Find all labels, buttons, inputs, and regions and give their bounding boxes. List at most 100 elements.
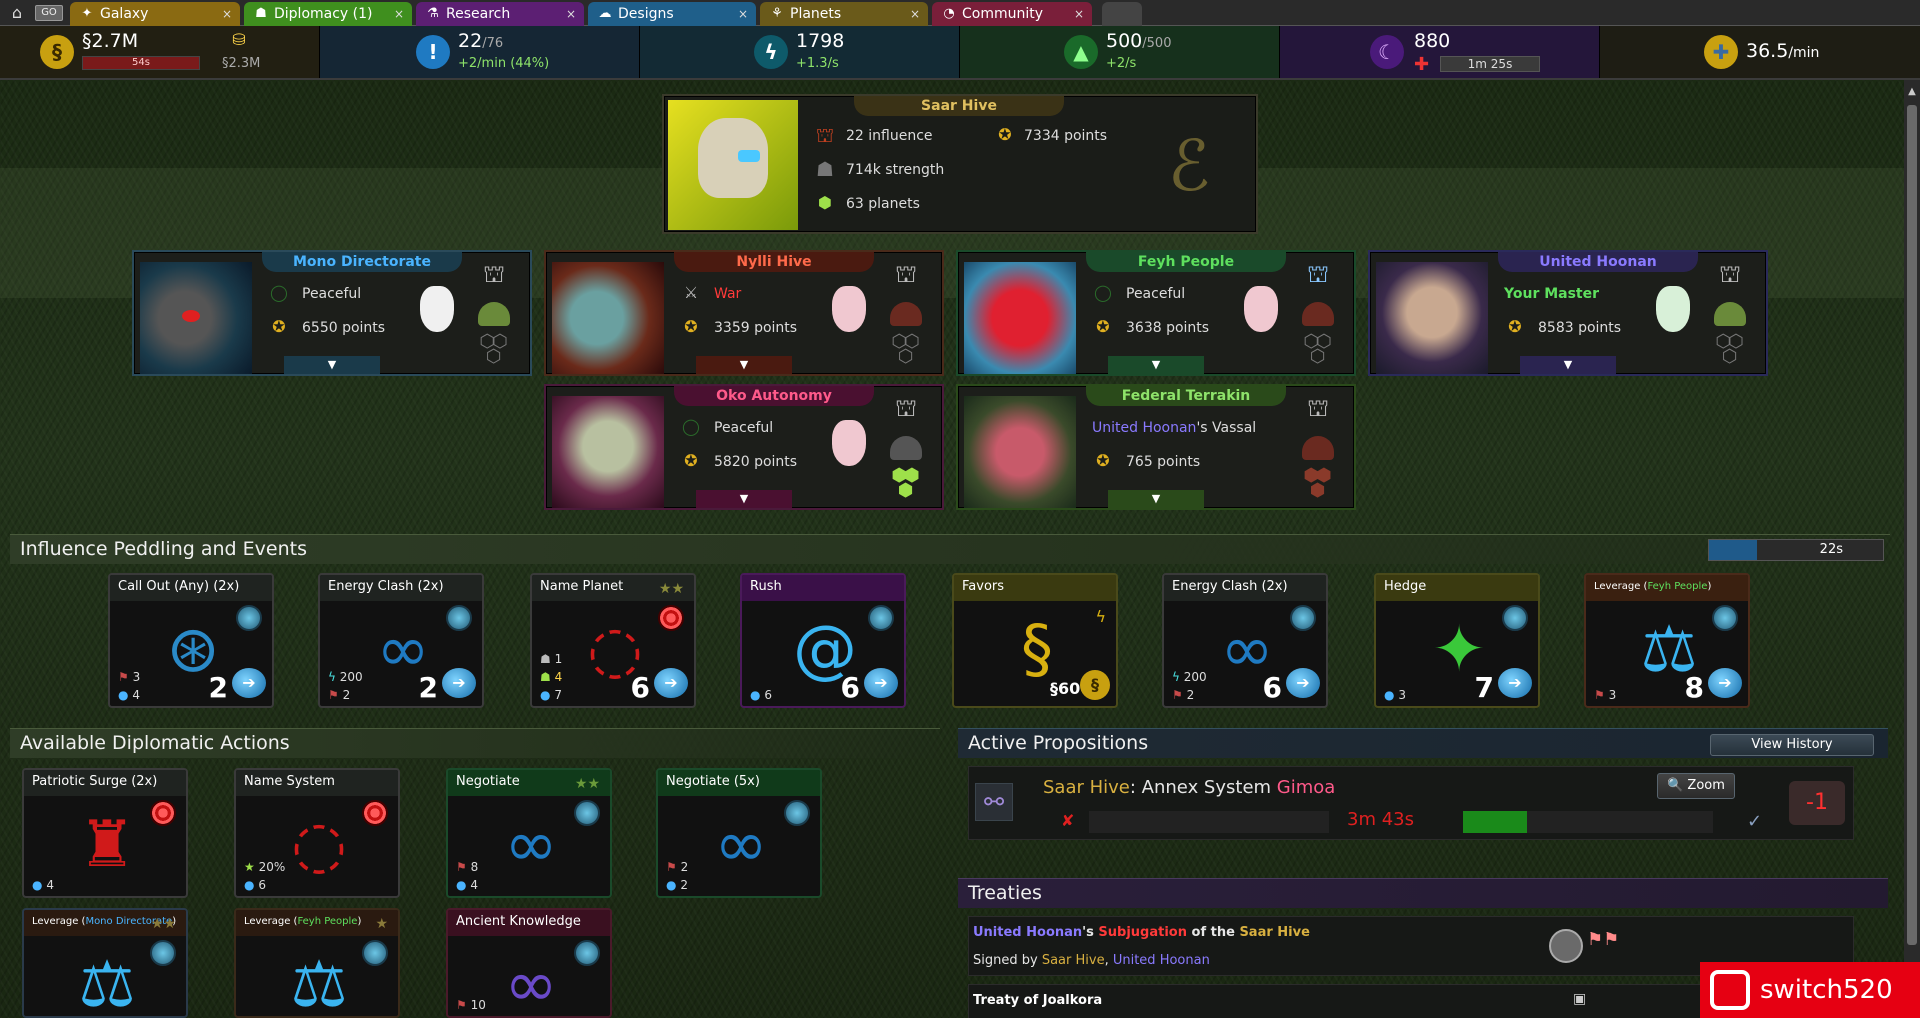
close-icon[interactable]: × xyxy=(738,2,748,26)
proposition-item[interactable]: ⚯ Saar Hive: Annex System Gimoa ✘ 3m 43s… xyxy=(968,766,1854,840)
money-icon[interactable]: § xyxy=(1080,670,1110,700)
card-count: 8 xyxy=(1684,671,1704,704)
tab-planets[interactable]: ⚘ Planets × xyxy=(760,2,928,26)
temple-icon: ⛫ xyxy=(1306,394,1330,422)
diplomatic-card[interactable]: Negotiate ★★ ∞ ⚑ 8 ● 4 xyxy=(446,768,612,898)
influence-card[interactable]: Favors § ϟ §600k § xyxy=(952,573,1118,708)
expand-button[interactable]: ▼ xyxy=(284,356,380,374)
home-icon[interactable]: ⌂ xyxy=(6,3,28,23)
main-empire-card[interactable]: Saar Hive ⛫ 22 influence ✪ 7334 points ☗… xyxy=(662,94,1258,234)
influence-icon: ● xyxy=(456,878,467,892)
money-value: §2.7M xyxy=(82,30,139,52)
cost-value: 7 xyxy=(554,688,562,702)
money-resource[interactable]: § §2.7M 54s ⛁ §2.3M xyxy=(0,26,320,78)
medal-icon: ✪ xyxy=(684,451,698,470)
tab-designs[interactable]: ☁ Designs × xyxy=(588,2,756,26)
card-count: 6 xyxy=(1262,671,1282,704)
research-resource[interactable]: ☾ 880 ✚ 1m 25s xyxy=(1280,26,1600,78)
tab-research[interactable]: ⚗ Research × xyxy=(416,2,584,26)
close-icon[interactable]: × xyxy=(566,2,576,26)
card-title: Rush xyxy=(742,575,904,601)
treaty-party: Saar Hive xyxy=(1239,925,1310,940)
timer-fill xyxy=(1709,540,1757,560)
empire-card-nylli-hive[interactable]: Nylli Hive ⚔ War ✪ 3359 points ⛫ ⬡⬡ ⬡ ▼ xyxy=(544,250,944,376)
tab-label: Galaxy xyxy=(100,6,149,22)
signer-sep: , xyxy=(1104,953,1113,968)
card-title-suffix: ) xyxy=(1707,581,1712,592)
helmet-icon xyxy=(478,302,510,326)
ancient-knowledge-art-icon: ∞ xyxy=(504,948,558,1018)
play-arrow-icon[interactable]: ➔ xyxy=(232,668,266,698)
empire-card-mono-directorate[interactable]: Mono Directorate ◯ Peaceful ✪ 6550 point… xyxy=(132,250,532,376)
oko-autonomy-portrait xyxy=(552,396,664,508)
flag-icon: ⚑ xyxy=(1594,688,1605,702)
galaxy-icon: ✦ xyxy=(81,6,93,21)
scroll-up-icon[interactable]: ▲ xyxy=(1904,86,1920,100)
tab-community[interactable]: ◔ Community × xyxy=(932,2,1092,26)
play-arrow-icon[interactable]: ➔ xyxy=(654,668,688,698)
nylli-hive-portrait xyxy=(552,262,664,374)
defense-resource[interactable]: ✚ 36.5/min xyxy=(1600,26,1920,78)
close-icon[interactable]: × xyxy=(222,2,232,26)
card-title: Ancient Knowledge xyxy=(448,910,610,936)
empire-card-united-hoonan[interactable]: United Hoonan Your Master ✪ 8583 points … xyxy=(1368,250,1768,376)
section-title: Influence Peddling and Events xyxy=(20,538,307,560)
diplomatic-card[interactable]: Leverage (Feyh People) ★ ⚖ xyxy=(234,908,400,1018)
leverage-art-icon: ⚖ xyxy=(290,948,348,1018)
planets-hex-icon: ⬡⬡ ⬡ xyxy=(1715,331,1743,367)
tab-galaxy[interactable]: ✦ Galaxy × xyxy=(70,2,240,26)
diplomatic-card[interactable]: Patriotic Surge (2x) ♜ ● 4 xyxy=(22,768,188,898)
reject-icon[interactable]: ✘ xyxy=(1061,811,1074,830)
expand-button[interactable]: ▼ xyxy=(696,490,792,508)
play-arrow-icon[interactable]: ➔ xyxy=(1498,668,1532,698)
diplomatic-card[interactable]: Name System ◌ ★ 20% ● 6 xyxy=(234,768,400,898)
influence-card[interactable]: Energy Clash (2x) ∞ ϟ 200 ⚑ 2 6 ➔ xyxy=(1162,573,1328,708)
diplomatic-card[interactable]: Negotiate (5x) ∞ ⚑ 2 ● 2 xyxy=(656,768,822,898)
diplomatic-card[interactable]: Leverage (Mono Directorate) ★★ ⚖ xyxy=(22,908,188,1018)
play-arrow-icon[interactable]: ➔ xyxy=(1708,668,1742,698)
fp-resource[interactable]: ▲ 500/500 +2/s xyxy=(960,26,1280,78)
tab-diplomacy[interactable]: ☗ Diplomacy (1) × xyxy=(244,2,412,26)
fp-rate: +2/s xyxy=(1106,56,1137,71)
play-arrow-icon[interactable]: ➔ xyxy=(864,668,898,698)
influence-card[interactable]: Hedge ✦ ● 3 7 ➔ xyxy=(1374,573,1540,708)
close-icon[interactable]: × xyxy=(910,2,920,26)
close-icon[interactable]: × xyxy=(1074,2,1084,26)
view-history-button[interactable]: View History xyxy=(1710,734,1874,756)
close-icon[interactable]: × xyxy=(394,2,404,26)
expand-button[interactable]: ▼ xyxy=(1108,490,1204,508)
scroll-thumb[interactable] xyxy=(1907,105,1917,945)
influence-card[interactable]: Name Planet ★★ ◌ ☗ 1 ☗ 4 ● 7 6 ➔ xyxy=(530,573,696,708)
expand-button[interactable]: ▼ xyxy=(696,356,792,374)
play-arrow-icon[interactable]: ➔ xyxy=(1286,668,1320,698)
go-button[interactable]: GO xyxy=(35,5,63,21)
vassal-suffix: 's Vassal xyxy=(1196,420,1257,436)
influence-card[interactable]: Rush @ ● 6 6 ➔ xyxy=(740,573,906,708)
play-arrow-icon[interactable]: ➔ xyxy=(442,668,476,698)
cost-value: 4 xyxy=(554,670,563,684)
card-badge-icon xyxy=(574,800,600,826)
influence-card[interactable]: Call Out (Any) (2x) ⊛ ⚑ 3 ● 4 2 ➔ xyxy=(108,573,274,708)
influence-card[interactable]: Energy Clash (2x) ∞ ϟ 200 ⚑ 2 2 ➔ xyxy=(318,573,484,708)
card-badge-icon xyxy=(658,605,684,631)
influence-resource[interactable]: ! 22/76 +2/min (44%) xyxy=(320,26,640,78)
flag-icon: ⚑ xyxy=(456,860,467,874)
treaty-party: United Hoonan xyxy=(973,925,1083,940)
scrollbar[interactable]: ▲ xyxy=(1904,80,1920,1018)
empire-card-feyh-people[interactable]: Feyh People ◯ Peaceful ✪ 3638 points ⛫ ⬡… xyxy=(956,250,1356,376)
energy-resource[interactable]: ϟ 1798 +1.3/s xyxy=(640,26,960,78)
tab-label: Research xyxy=(446,6,511,22)
card-badge-icon xyxy=(868,605,894,631)
cost-value: 6 xyxy=(258,878,266,892)
influence-icon: ! xyxy=(416,35,450,69)
influence-card[interactable]: Leverage (Feyh People) ⚖ ⚑ 3 8 ➔ xyxy=(1584,573,1750,708)
diplomatic-card[interactable]: Ancient Knowledge ∞ ⚑ 10 xyxy=(446,908,612,1018)
zoom-button[interactable]: 🔍 Zoom xyxy=(1657,773,1735,799)
expand-button[interactable]: ▼ xyxy=(1520,356,1616,374)
empire-card-oko-autonomy[interactable]: Oko Autonomy ◯ Peaceful ✪ 5820 points ⛫ … xyxy=(544,384,944,510)
new-tab-button[interactable] xyxy=(1102,2,1142,26)
expand-button[interactable]: ▼ xyxy=(1108,356,1204,374)
accept-check-icon[interactable]: ✓ xyxy=(1747,811,1762,832)
empire-card-federal-terrakin[interactable]: Federal Terrakin United Hoonan's Vassal … xyxy=(956,384,1356,510)
influence-max: /76 xyxy=(482,36,504,51)
